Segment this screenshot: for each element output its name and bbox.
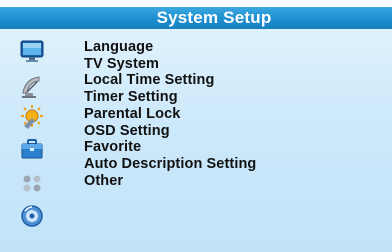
- tv-monitor-icon[interactable]: [19, 38, 45, 64]
- page-title: System Setup: [156, 8, 272, 27]
- media-disc-icon[interactable]: [19, 203, 45, 229]
- menu-item-parental-lock[interactable]: Parental Lock: [84, 106, 256, 123]
- menu-item-osd-setting[interactable]: OSD Setting: [84, 123, 256, 140]
- menu-item-favorite[interactable]: Favorite: [84, 139, 256, 156]
- satellite-dish-icon[interactable]: [19, 73, 45, 99]
- category-icon-column: [6, 35, 54, 250]
- system-setup-icon[interactable]: [19, 104, 45, 130]
- toolbox-icon[interactable]: [19, 136, 45, 162]
- menu-item-tv-system[interactable]: TV System: [84, 56, 256, 73]
- menu-item-other[interactable]: Other: [84, 173, 256, 190]
- menu-item-timer-setting[interactable]: Timer Setting: [84, 89, 256, 106]
- menu-item-auto-description-setting[interactable]: Auto Description Setting: [84, 156, 256, 173]
- title-bar: System Setup: [0, 7, 392, 29]
- setup-menu-list: Language TV System Local Time Setting Ti…: [84, 39, 256, 189]
- menu-item-local-time-setting[interactable]: Local Time Setting: [84, 72, 256, 89]
- system-setup-screen: System Setup Language TV System Local Ti…: [0, 0, 392, 252]
- game-controller-icon[interactable]: [19, 170, 45, 196]
- menu-panel: Language TV System Local Time Setting Ti…: [0, 29, 392, 252]
- menu-item-language[interactable]: Language: [84, 39, 256, 56]
